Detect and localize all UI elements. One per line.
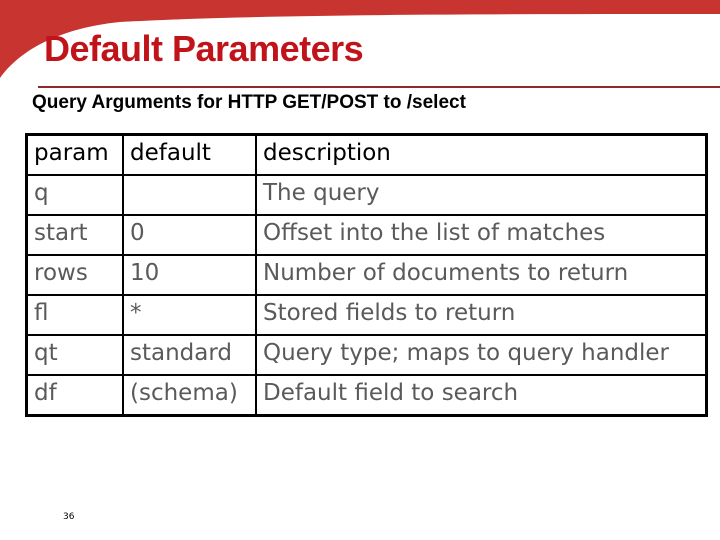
description-cell: Offset into the list of matches [255, 214, 708, 256]
param-cell: rows [25, 254, 124, 296]
table-row: rows 10 Number of documents to return [25, 254, 708, 296]
header-description: description [255, 133, 708, 176]
title-divider [38, 86, 720, 88]
default-cell: 0 [122, 214, 257, 256]
table-row: start 0 Offset into the list of matches [25, 214, 708, 256]
param-cell: start [25, 214, 124, 256]
table-row: qt standard Query type; maps to query ha… [25, 334, 708, 376]
slide-title: Default Parameters [44, 28, 364, 69]
header-default: default [122, 133, 257, 176]
page-number: 36 [63, 512, 75, 522]
default-cell [122, 174, 257, 216]
description-cell: The query [255, 174, 708, 216]
default-cell: standard [122, 334, 257, 376]
table-row: q The query [25, 174, 708, 216]
param-cell: fl [25, 294, 124, 336]
parameters-table: param default description q The query st… [25, 133, 708, 417]
param-cell: q [25, 174, 124, 216]
description-cell: Number of documents to return [255, 254, 708, 296]
default-cell: 10 [122, 254, 257, 296]
header-param: param [25, 133, 124, 176]
table-row: df (schema) Default field to search [25, 374, 708, 417]
description-cell: Stored fields to return [255, 294, 708, 336]
default-cell: (schema) [122, 374, 257, 417]
description-cell: Default field to search [255, 374, 708, 417]
param-cell: df [25, 374, 124, 417]
default-cell: * [122, 294, 257, 336]
table-header-row: param default description [25, 133, 708, 176]
param-cell: qt [25, 334, 124, 376]
slide-subtitle: Query Arguments for HTTP GET/POST to /se… [32, 92, 466, 113]
table-row: fl * Stored fields to return [25, 294, 708, 336]
description-cell: Query type; maps to query handler [255, 334, 708, 376]
